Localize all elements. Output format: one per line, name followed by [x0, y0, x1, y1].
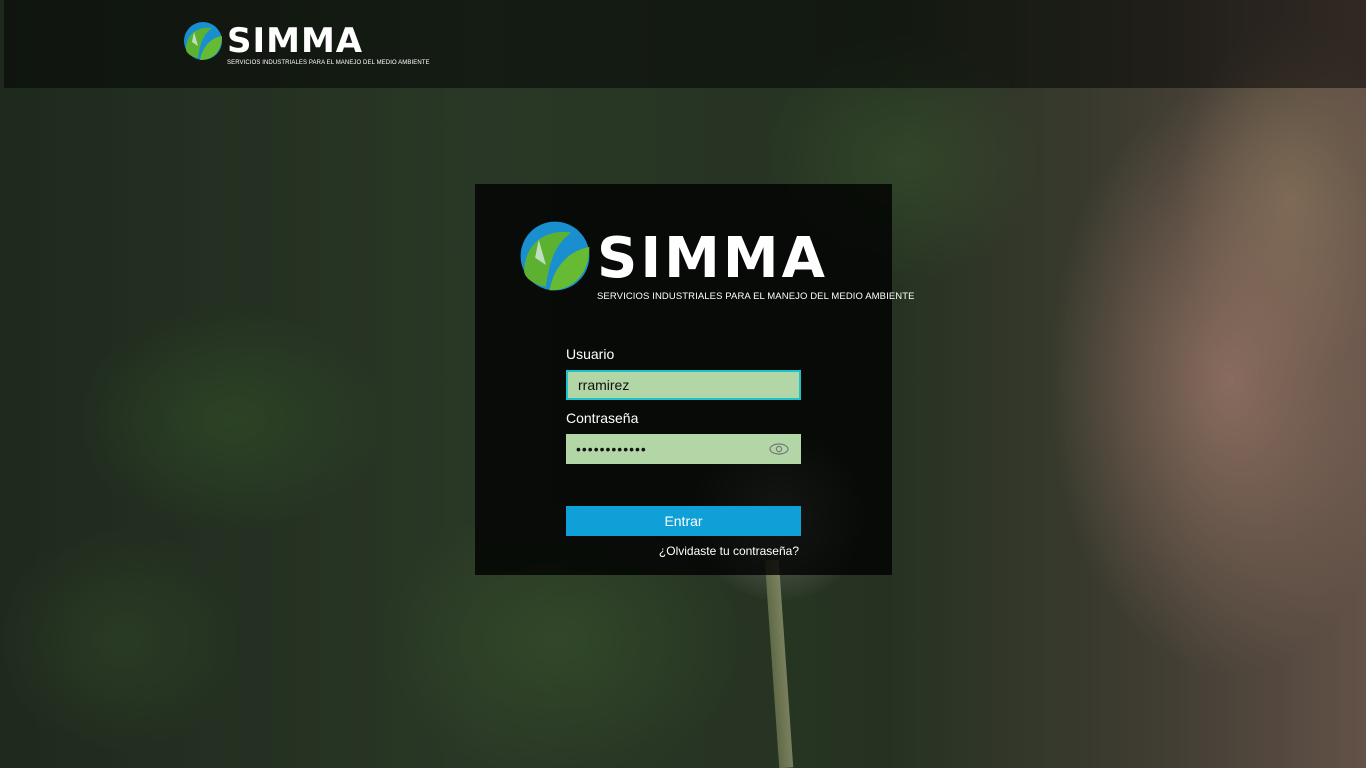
- password-value: ••••••••••••: [576, 441, 647, 457]
- forgot-password-link[interactable]: ¿Olvidaste tu contraseña?: [659, 544, 799, 558]
- header-brand-name: SIMMA: [227, 21, 364, 61]
- login-card: SIMMA SERVICIOS INDUSTRIALES PARA EL MAN…: [475, 184, 914, 575]
- card-logo: SIMMA SERVICIOS INDUSTRIALES PARA EL MAN…: [517, 218, 914, 308]
- login-form: Usuario rramirez Contraseña ••••••••••••…: [566, 346, 801, 558]
- card-brand-name: SIMMA: [597, 226, 828, 291]
- card-brand-tagline: SERVICIOS INDUSTRIALES PARA EL MANEJO DE…: [597, 291, 915, 302]
- header-logo[interactable]: SIMMA SERVICIOS INDUSTRIALES PARA EL MAN…: [182, 20, 430, 70]
- submit-button[interactable]: Entrar: [566, 506, 801, 536]
- logo-leaf-icon: [184, 22, 222, 60]
- username-label: Usuario: [566, 346, 615, 362]
- password-input[interactable]: ••••••••••••: [566, 434, 801, 464]
- password-label: Contraseña: [566, 410, 639, 426]
- username-input[interactable]: rramirez: [566, 370, 801, 400]
- logo-leaf-icon: [520, 221, 590, 291]
- top-header: SIMMA SERVICIOS INDUSTRIALES PARA EL MAN…: [4, 0, 1366, 88]
- eye-icon[interactable]: [769, 443, 789, 455]
- header-brand-tagline: SERVICIOS INDUSTRIALES PARA EL MANEJO DE…: [227, 60, 430, 66]
